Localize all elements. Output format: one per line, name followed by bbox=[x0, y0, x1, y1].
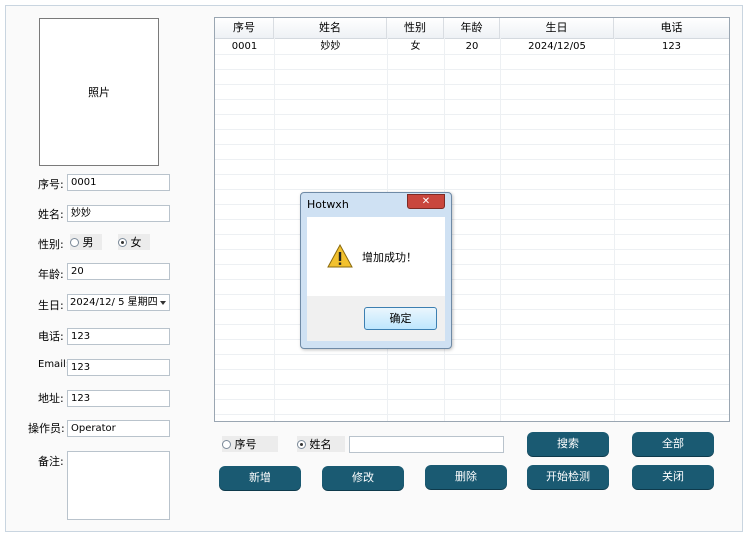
grid-row-line bbox=[215, 114, 729, 115]
phone-label: 电话: bbox=[38, 330, 64, 343]
name-field[interactable]: 妙妙 bbox=[67, 205, 170, 222]
edit-button[interactable]: 修改 bbox=[322, 466, 404, 490]
search-by-name-label: 姓名 bbox=[309, 438, 332, 451]
cell-phone: 123 bbox=[661, 41, 682, 52]
photo-box[interactable]: 照片 bbox=[39, 18, 159, 166]
add-button[interactable]: 新增 bbox=[219, 466, 301, 490]
col-name-header[interactable]: 姓名 bbox=[274, 18, 387, 38]
grid-row-line bbox=[215, 324, 729, 325]
email-label: Email: bbox=[38, 359, 70, 370]
note-field[interactable] bbox=[67, 451, 170, 520]
grid-row-line bbox=[215, 279, 729, 280]
grid-col-line bbox=[500, 38, 501, 421]
grid-row-line bbox=[215, 414, 729, 415]
grid-col-line bbox=[614, 38, 615, 421]
dialog-title: Hotwxh bbox=[307, 198, 349, 211]
grid-row-line bbox=[215, 174, 729, 175]
cell-age: 20 bbox=[465, 41, 479, 52]
grid-row-line bbox=[215, 234, 729, 235]
close-button[interactable]: 关闭 bbox=[632, 465, 714, 489]
grid-row-line bbox=[215, 399, 729, 400]
address-field[interactable]: 123 bbox=[67, 390, 170, 407]
grid-col-line bbox=[274, 38, 275, 421]
address-label: 地址: bbox=[38, 392, 64, 405]
col-id-header[interactable]: 序号 bbox=[215, 18, 274, 38]
col-birthday-header[interactable]: 生日 bbox=[500, 18, 614, 38]
age-label: 年龄: bbox=[38, 268, 64, 281]
gender-male-label: 男 bbox=[82, 236, 94, 249]
name-label: 姓名: bbox=[38, 208, 64, 221]
grid-row-line bbox=[215, 54, 729, 55]
search-button[interactable]: 搜索 bbox=[527, 432, 609, 456]
table-header: 序号 姓名 性别 年龄 生日 电话 bbox=[215, 18, 729, 39]
grid-row-line bbox=[215, 204, 729, 205]
col-phone-header[interactable]: 电话 bbox=[614, 18, 729, 38]
grid-row-line bbox=[215, 384, 729, 385]
radio-id-icon bbox=[222, 440, 231, 449]
dialog-message: 增加成功！ bbox=[362, 251, 417, 264]
birthday-label: 生日: bbox=[38, 299, 64, 312]
delete-button[interactable]: 删除 bbox=[425, 465, 507, 489]
gender-male-radio[interactable]: 男 bbox=[70, 234, 102, 250]
birthday-value: 2024/12/ 5 星期四 bbox=[70, 297, 158, 308]
grid-row-line bbox=[215, 339, 729, 340]
warning-icon bbox=[327, 244, 353, 268]
id-label: 序号: bbox=[38, 178, 64, 191]
search-input[interactable] bbox=[349, 436, 504, 453]
grid-row-line bbox=[215, 84, 729, 85]
table-row[interactable]: 0001 妙妙 女 20 2024/12/05 123 bbox=[215, 39, 729, 54]
grid-row-line bbox=[215, 144, 729, 145]
note-label: 备注: bbox=[38, 455, 64, 468]
cell-birthday: 2024/12/05 bbox=[528, 41, 586, 52]
chevron-down-icon[interactable] bbox=[160, 301, 166, 305]
gender-label: 性别: bbox=[38, 238, 64, 251]
radio-female-icon bbox=[118, 238, 127, 247]
grid-row-line bbox=[215, 219, 729, 220]
grid-row-line bbox=[215, 354, 729, 355]
grid-row-line bbox=[215, 189, 729, 190]
grid-row-line bbox=[215, 159, 729, 160]
email-field[interactable]: 123 bbox=[67, 359, 170, 376]
operator-field[interactable]: Operator bbox=[67, 420, 170, 437]
grid-row-line bbox=[215, 69, 729, 70]
gender-female-radio[interactable]: 女 bbox=[118, 234, 150, 250]
grid-row-line bbox=[215, 369, 729, 370]
grid-row-line bbox=[215, 129, 729, 130]
cell-name: 妙妙 bbox=[320, 41, 341, 52]
cell-gender: 女 bbox=[410, 41, 421, 52]
phone-field[interactable]: 123 bbox=[67, 328, 170, 345]
grid-row-line bbox=[215, 294, 729, 295]
records-table[interactable]: 序号 姓名 性别 年龄 生日 电话 0001 妙妙 女 20 2024/12/0… bbox=[214, 17, 730, 422]
search-by-id-radio[interactable]: 序号 bbox=[222, 436, 278, 452]
cell-id: 0001 bbox=[231, 41, 258, 52]
grid-row-line bbox=[215, 264, 729, 265]
photo-label: 照片 bbox=[88, 86, 110, 99]
grid-row-line bbox=[215, 249, 729, 250]
col-age-header[interactable]: 年龄 bbox=[444, 18, 500, 38]
radio-name-icon bbox=[297, 440, 306, 449]
search-by-id-label: 序号 bbox=[234, 438, 257, 451]
age-field[interactable]: 20 bbox=[67, 263, 170, 280]
dialog-close-button[interactable]: ✕ bbox=[407, 194, 445, 209]
col-gender-header[interactable]: 性别 bbox=[387, 18, 444, 38]
close-icon: ✕ bbox=[421, 196, 431, 207]
grid-row-line bbox=[215, 309, 729, 310]
birthday-picker[interactable]: 2024/12/ 5 星期四 bbox=[67, 294, 170, 311]
operator-label: 操作员: bbox=[28, 422, 65, 435]
id-field[interactable]: 0001 bbox=[67, 174, 170, 191]
start-detect-button[interactable]: 开始检测 bbox=[527, 465, 609, 489]
grid-row-line bbox=[215, 99, 729, 100]
show-all-button[interactable]: 全部 bbox=[632, 432, 714, 456]
gender-female-label: 女 bbox=[130, 236, 142, 249]
search-by-name-radio[interactable]: 姓名 bbox=[297, 436, 345, 452]
dialog-ok-button[interactable]: 确定 bbox=[364, 307, 437, 330]
radio-male-icon bbox=[70, 238, 79, 247]
